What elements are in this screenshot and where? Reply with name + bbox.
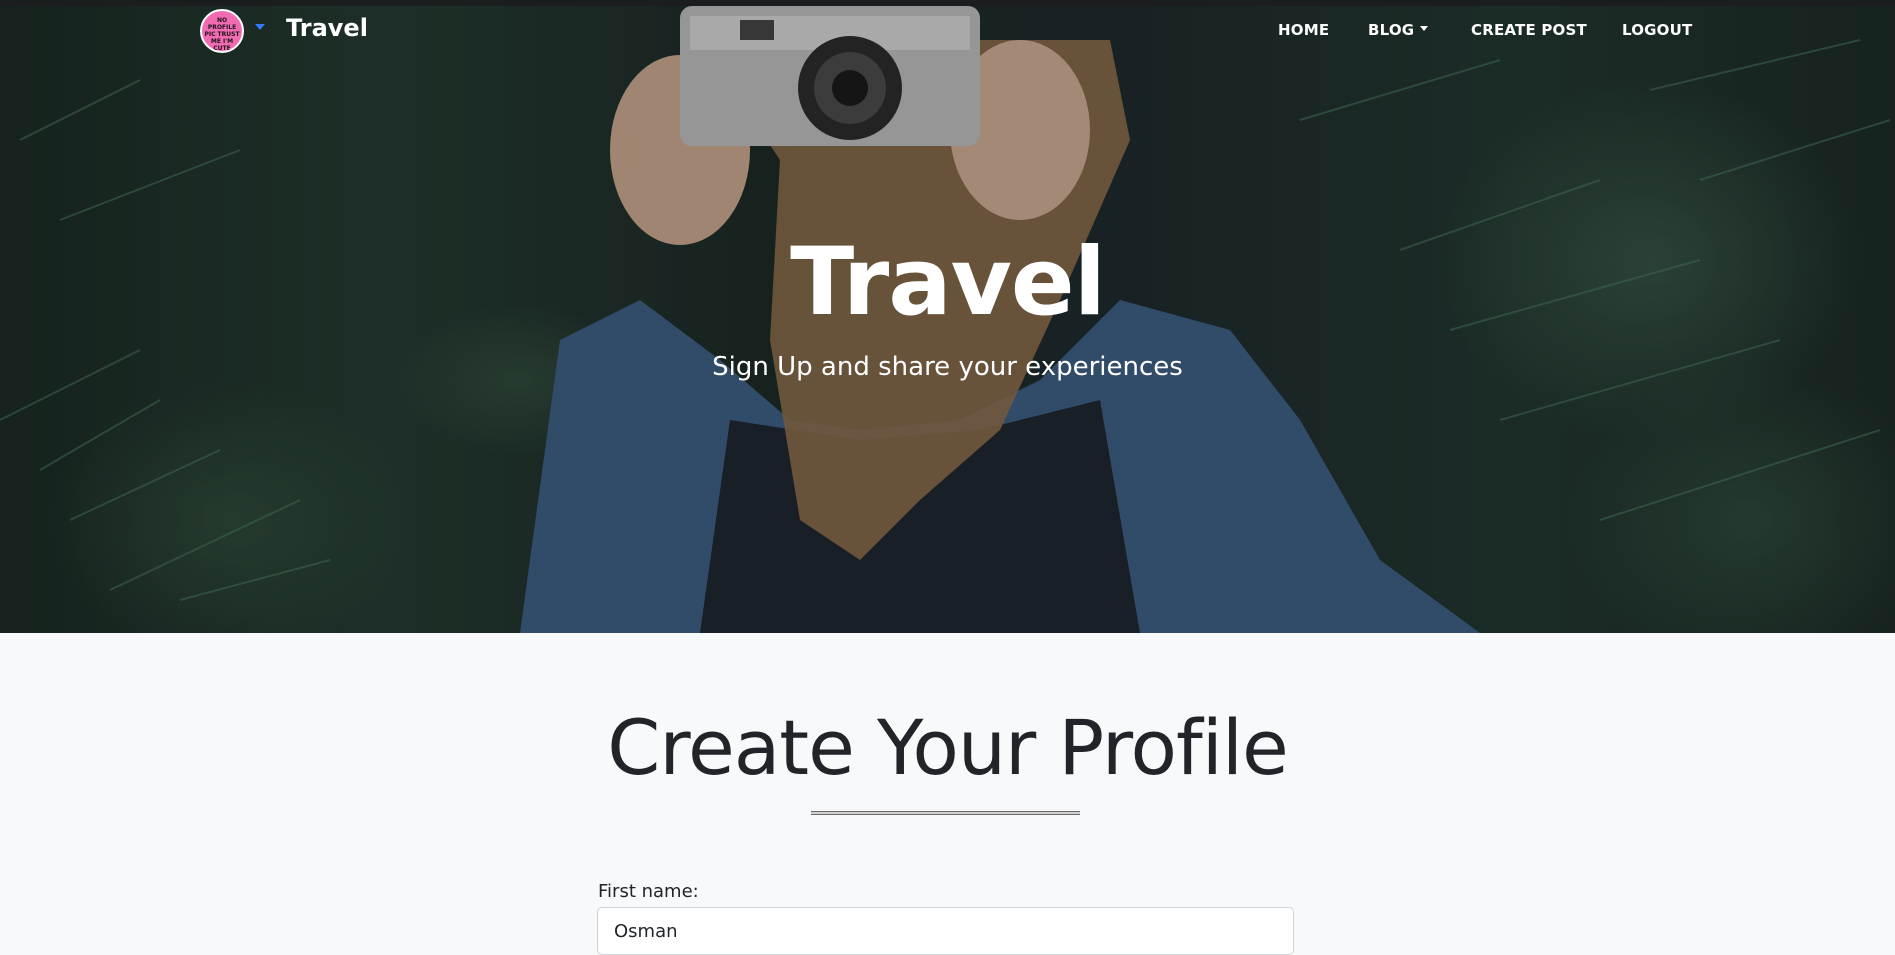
hero-title: Travel <box>790 228 1106 337</box>
avatar-text: NO PROFILE PIC TRUST ME I'M CUTE <box>204 17 240 52</box>
hero-subtitle: Sign Up and share your experiences <box>712 352 1183 382</box>
nav-home[interactable]: HOME <box>1278 21 1329 39</box>
profile-dropdown-caret-icon[interactable] <box>255 24 265 30</box>
chevron-down-icon <box>1420 26 1429 31</box>
top-navbar: NO PROFILE PIC TRUST ME I'M CUTE Travel … <box>0 6 1895 56</box>
nav-logout[interactable]: LOGOUT <box>1622 21 1692 39</box>
first-name-label: First name: <box>598 881 699 902</box>
brand-link[interactable]: Travel <box>286 14 368 42</box>
profile-avatar[interactable]: NO PROFILE PIC TRUST ME I'M CUTE <box>200 9 244 53</box>
main-content: Create Your Profile First name: <box>0 633 1895 955</box>
nav-create-post[interactable]: CREATE POST <box>1471 21 1587 39</box>
page-title: Create Your Profile <box>607 703 1288 792</box>
hero-banner: NO PROFILE PIC TRUST ME I'M CUTE Travel … <box>0 0 1895 633</box>
nav-blog[interactable]: BLOG <box>1368 21 1429 39</box>
nav-blog-label: BLOG <box>1368 21 1415 39</box>
title-divider <box>811 811 1080 815</box>
